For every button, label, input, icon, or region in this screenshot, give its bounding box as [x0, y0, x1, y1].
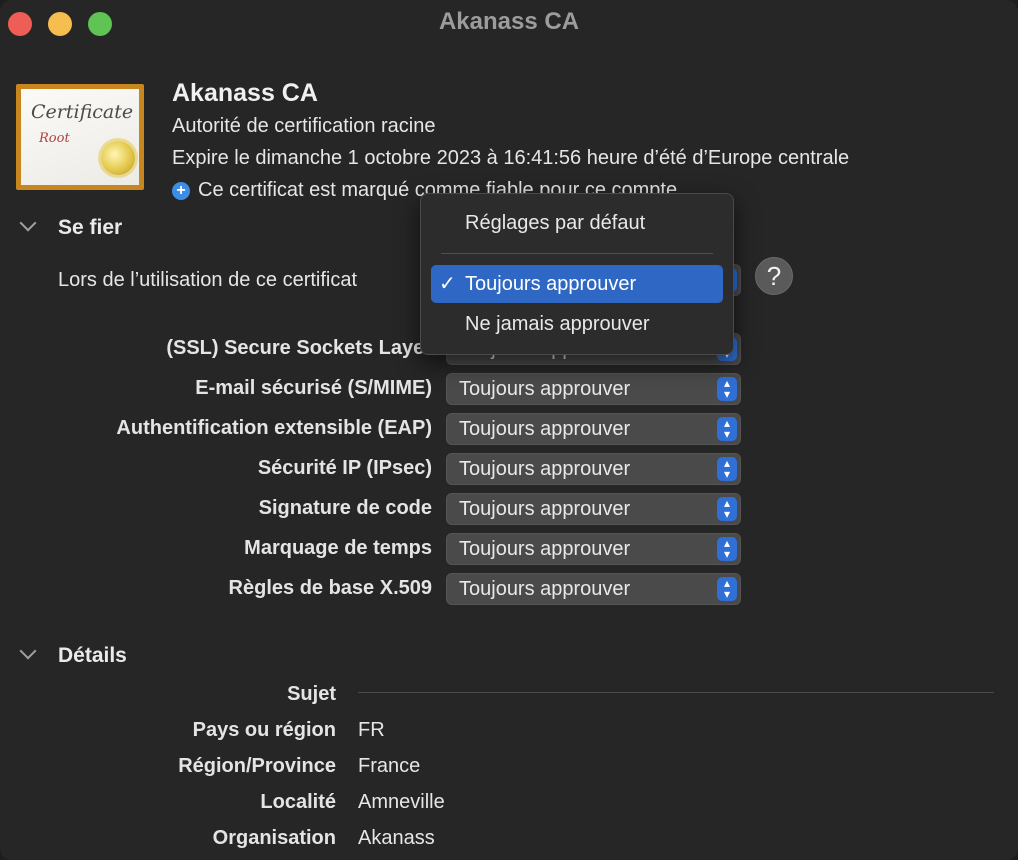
trust-row-label: Marquage de temps: [244, 537, 432, 559]
seal-icon: [101, 141, 135, 175]
detail-value: Akanass: [358, 827, 435, 849]
certificate-expiry: Expire le dimanche 1 octobre 2023 à 16:4…: [172, 147, 850, 169]
menu-item-never-trust[interactable]: Ne jamais approuver: [431, 305, 723, 343]
trust-popup-code-signing[interactable]: Toujours approuver ▴ ▾: [446, 493, 741, 525]
detail-value: FR: [358, 719, 385, 741]
trust-popup-x509[interactable]: Toujours approuver ▴ ▾: [446, 573, 741, 605]
detail-label: Organisation: [212, 827, 336, 849]
menu-item-always-trust[interactable]: ✓ Toujours approuver: [431, 265, 723, 303]
details-section-toggle[interactable]: Détails: [19, 642, 127, 668]
certificate-icon: Certificate Root: [16, 84, 144, 190]
trust-popup-eap[interactable]: Toujours approuver ▴ ▾: [446, 413, 741, 445]
trust-row-label: Signature de code: [258, 497, 432, 519]
popup-value: Toujours approuver: [459, 458, 631, 480]
detail-label: Région/Province: [178, 755, 336, 777]
subject-label: Sujet: [287, 683, 336, 705]
trust-row-label: Sécurité IP (IPsec): [257, 457, 432, 479]
detail-label: Pays ou région: [192, 719, 336, 741]
chevron-updown-icon: ▴▾: [717, 417, 737, 441]
certificate-window: Akanass CA Certificate Root Akanass CA A…: [0, 0, 1018, 860]
divider: [358, 692, 994, 693]
popup-value: Toujours approuver: [459, 418, 631, 440]
certificate-name: Akanass CA: [172, 79, 318, 107]
title-bar: Akanass CA: [0, 0, 1018, 48]
menu-item-label: Réglages par défaut: [465, 212, 646, 234]
details-section-title: Détails: [58, 644, 127, 667]
trust-popup-timestamping[interactable]: Toujours approuver ▴ ▾: [446, 533, 741, 565]
certificate-icon-subtext: Root: [39, 131, 70, 146]
certificate-type: Autorité de certification racine: [172, 115, 436, 137]
chevron-updown-icon: ▴▾: [717, 577, 737, 601]
trust-section-title: Se fier: [58, 216, 123, 239]
menu-item-default[interactable]: Réglages par défaut: [431, 204, 723, 242]
menu-separator: [441, 253, 713, 254]
detail-value: Amneville: [358, 791, 445, 813]
chevron-down-icon: [19, 642, 37, 660]
trust-row-label: (SSL) Secure Sockets Layer: [166, 337, 432, 359]
help-button[interactable]: ?: [755, 257, 793, 295]
chevron-updown-icon: ▴▾: [717, 497, 737, 521]
checkmark-icon: ✓: [439, 273, 456, 295]
trust-row-label: Authentification extensible (EAP): [116, 417, 432, 439]
popup-value: Toujours approuver: [459, 378, 631, 400]
menu-item-label: Toujours approuver: [465, 273, 637, 295]
window-title: Akanass CA: [438, 8, 580, 35]
detail-label: Localité: [260, 791, 336, 813]
trust-row-label: Règles de base X.509: [228, 577, 432, 599]
when-using-label: Lors de l’utilisation de ce certificat: [58, 269, 358, 291]
plus-circle-icon: +: [172, 182, 190, 200]
popup-value: Toujours approuver: [459, 498, 631, 520]
chevron-down-icon: [19, 214, 37, 232]
popup-value: Toujours approuver: [459, 538, 631, 560]
chevron-updown-icon: ▴▾: [717, 457, 737, 481]
trust-popup-smime[interactable]: Toujours approuver ▴ ▾: [446, 373, 741, 405]
trust-row-label: E-mail sécurisé (S/MIME): [195, 377, 432, 399]
trust-dropdown-menu: Réglages par défaut ✓ Toujours approuver…: [420, 193, 734, 355]
popup-value: Toujours approuver: [459, 578, 631, 600]
certificate-icon-text: Certificate: [31, 101, 134, 123]
detail-value: France: [358, 755, 421, 777]
menu-item-label: Ne jamais approuver: [465, 313, 650, 335]
trust-section-toggle[interactable]: Se fier: [19, 214, 123, 240]
trust-popup-ipsec[interactable]: Toujours approuver ▴ ▾: [446, 453, 741, 485]
chevron-updown-icon: ▴▾: [717, 377, 737, 401]
chevron-updown-icon: ▴▾: [717, 537, 737, 561]
